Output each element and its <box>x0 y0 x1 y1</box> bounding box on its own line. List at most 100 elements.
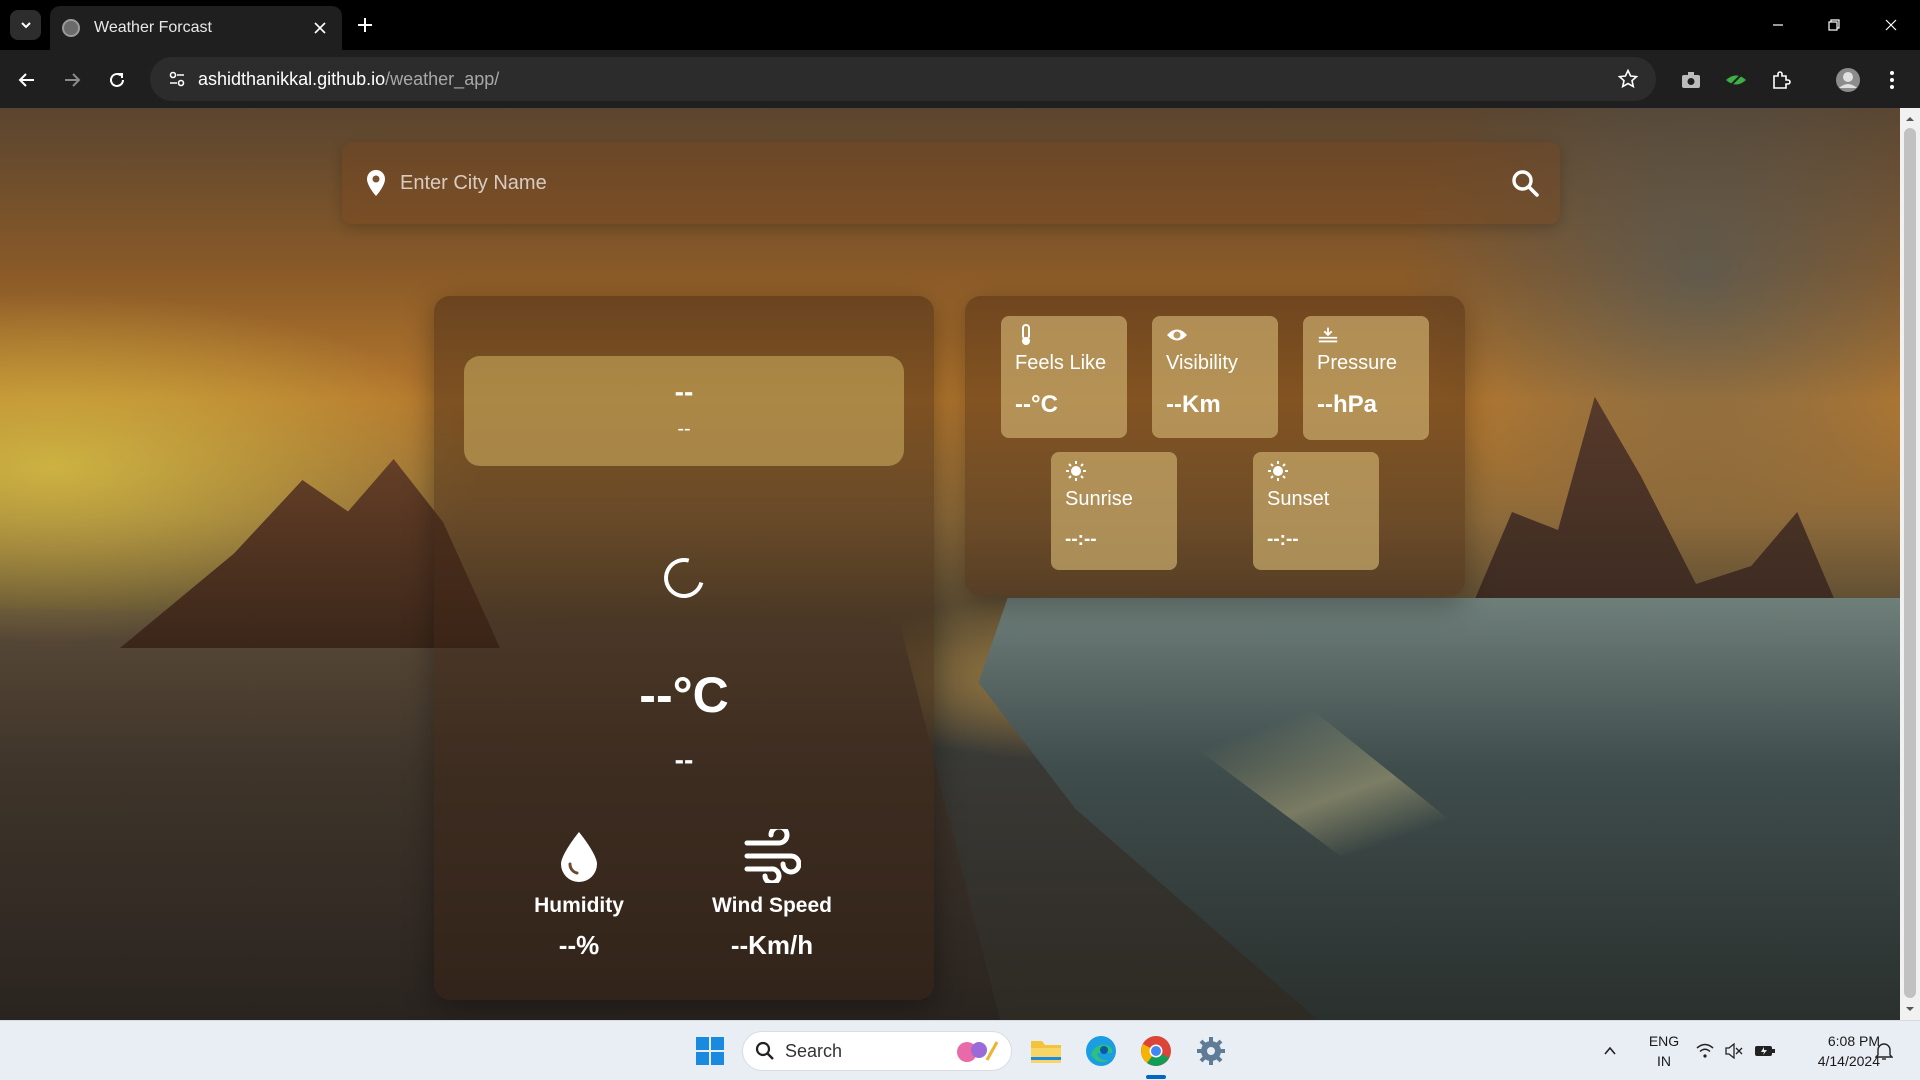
humidity-stat: Humidity --% <box>499 826 659 961</box>
tab-search-button[interactable] <box>10 10 41 40</box>
current-date: -- <box>677 418 691 440</box>
taskbar-clock[interactable]: 6:08 PM 4/14/2024 <box>1790 1031 1880 1071</box>
wind-speed-value: --Km/h <box>730 930 814 960</box>
scroll-up-arrow-icon[interactable] <box>1905 114 1915 124</box>
new-tab-button[interactable] <box>352 12 378 38</box>
weather-details-card: Feels Like --°C Visibility --Km Pressure… <box>965 296 1465 596</box>
browser-tab[interactable]: Weather Forcast <box>50 6 342 50</box>
wifi-button[interactable] <box>1693 1039 1717 1063</box>
sunrise-value: --:-- <box>1065 529 1097 550</box>
page-viewport: -- -- --°C -- Humidity --% Wind Speed --… <box>0 108 1900 1020</box>
arrow-left-icon <box>18 73 34 87</box>
taskbar-search-label: Search <box>785 1040 843 1061</box>
folder-icon <box>1031 1041 1061 1063</box>
search-icon <box>1512 170 1539 197</box>
reload-button[interactable] <box>102 65 132 95</box>
map-pin-icon <box>364 169 388 197</box>
leaf-eye-icon <box>1726 72 1746 88</box>
star-icon <box>1618 69 1638 89</box>
settings-button[interactable] <box>1191 1031 1231 1071</box>
green-extension-button[interactable] <box>1721 65 1751 95</box>
bell-icon <box>1875 1043 1893 1060</box>
bookmark-star-button[interactable] <box>1614 65 1642 93</box>
speaker-muted-icon <box>1725 1043 1743 1059</box>
address-bar[interactable]: ashidthanikkal.github.io/weather_app/ <box>150 57 1656 101</box>
arrow-right-icon <box>65 73 81 87</box>
volume-button[interactable] <box>1722 1039 1746 1063</box>
screenshot-extension-button[interactable] <box>1676 65 1706 95</box>
city-name-input[interactable] <box>400 171 1480 195</box>
visibility-tile: Visibility --Km <box>1152 316 1278 438</box>
active-app-indicator <box>1146 1075 1166 1079</box>
clock-time: 6:08 PM <box>1827 1033 1880 1049</box>
weather-main-card: -- -- --°C -- Humidity --% Wind Speed --… <box>434 296 934 1000</box>
tray-overflow-button[interactable] <box>1598 1039 1622 1063</box>
back-button[interactable] <box>12 65 42 95</box>
search-icon <box>755 1041 774 1060</box>
scrollbar-thumb[interactable] <box>1904 128 1916 998</box>
sunrise-label: Sunrise <box>1065 488 1133 510</box>
close-icon <box>314 22 326 34</box>
search-button[interactable] <box>1508 166 1542 200</box>
sun-icon <box>1267 460 1289 482</box>
clock-date: 4/14/2024 <box>1817 1053 1880 1069</box>
battery-button[interactable] <box>1753 1039 1777 1063</box>
minimize-icon <box>1773 24 1783 26</box>
taskbar-search-box[interactable]: Search <box>742 1031 1012 1071</box>
restore-button[interactable] <box>1820 12 1848 38</box>
tab-close-button[interactable] <box>310 18 330 38</box>
gear-icon <box>1197 1037 1225 1065</box>
reload-icon <box>110 72 124 87</box>
water-drop-icon <box>549 826 609 886</box>
chrome-button[interactable] <box>1136 1031 1176 1071</box>
file-explorer-button[interactable] <box>1026 1031 1066 1071</box>
feels-like-tile: Feels Like --°C <box>1001 316 1127 438</box>
extensions-button[interactable] <box>1766 65 1796 95</box>
pressure-value: --hPa <box>1317 391 1377 418</box>
sun-icon <box>1065 460 1087 482</box>
humidity-value: --% <box>558 930 600 960</box>
wifi-icon <box>1696 1043 1714 1058</box>
url-host: ashidthanikkal.github.io <box>198 68 386 89</box>
visibility-label: Visibility <box>1166 352 1238 374</box>
site-info-icon[interactable] <box>162 64 192 94</box>
minimize-button[interactable] <box>1764 12 1792 38</box>
battery-charging-icon <box>1755 1046 1775 1056</box>
language-indicator[interactable]: ENG IN <box>1644 1031 1684 1071</box>
wind-icon <box>742 826 802 886</box>
pressure-label: Pressure <box>1317 352 1398 374</box>
close-window-button[interactable] <box>1877 12 1905 38</box>
browser-menu-button[interactable] <box>1877 65 1907 95</box>
language-secondary: IN <box>1657 1053 1671 1069</box>
wind-speed-label: Wind Speed <box>712 894 832 917</box>
visibility-value: --Km <box>1166 391 1221 418</box>
avatar-icon <box>1836 68 1860 92</box>
sunset-tile: Sunset --:-- <box>1253 452 1379 570</box>
loading-spinner-icon <box>656 550 712 606</box>
edge-button[interactable] <box>1081 1031 1121 1071</box>
chrome-icon <box>1141 1036 1171 1066</box>
weather-description: -- <box>674 744 694 775</box>
sunset-label: Sunset <box>1267 488 1330 510</box>
wind-speed-stat: Wind Speed --Km/h <box>692 826 852 961</box>
scroll-down-arrow-icon[interactable] <box>1905 1004 1915 1014</box>
url-path: /weather_app/ <box>385 68 500 89</box>
kebab-menu-icon <box>1890 71 1894 89</box>
browser-titlebar: Weather Forcast <box>0 0 1920 50</box>
sunrise-tile: Sunrise --:-- <box>1051 452 1177 570</box>
city-name: -- <box>674 376 694 407</box>
humidity-label: Humidity <box>534 894 624 917</box>
chevron-down-icon <box>20 22 31 29</box>
start-button[interactable] <box>690 1031 730 1071</box>
plus-icon <box>358 18 372 32</box>
feels-like-value: --°C <box>1015 391 1058 418</box>
language-primary: ENG <box>1648 1033 1680 1049</box>
notifications-button[interactable] <box>1872 1039 1896 1063</box>
restore-icon <box>1828 19 1840 31</box>
pressure-icon <box>1317 324 1339 346</box>
tab-title: Weather Forcast <box>94 19 212 36</box>
page-scrollbar[interactable] <box>1900 108 1920 1020</box>
forward-button[interactable] <box>57 65 87 95</box>
pressure-tile: Pressure --hPa <box>1303 316 1429 440</box>
profile-avatar-button[interactable] <box>1833 65 1863 95</box>
